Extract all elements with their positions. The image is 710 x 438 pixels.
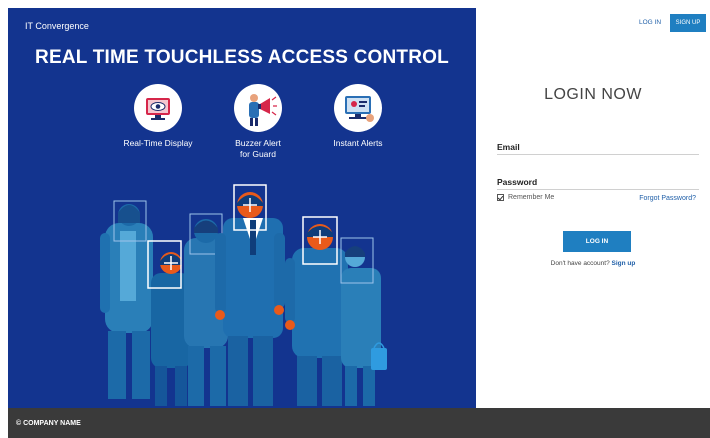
megaphone-guard-icon [234,84,282,132]
login-panel: LOG IN SIGN UP LOGIN NOW Email Password … [476,0,710,408]
hero-panel: IT Convergence REAL TIME TOUCHLESS ACCES… [8,8,476,408]
nav-login-link[interactable]: LOG IN [639,19,661,26]
person-figure [341,246,387,406]
login-button[interactable]: LOG IN [563,231,631,252]
nav-signup-button[interactable]: SIGN UP [670,14,706,32]
brand-name: IT Convergence [25,21,89,31]
company-name: © COMPANY NAME [16,419,81,427]
crowd-illustration [100,184,387,406]
monitor-eye-icon [134,84,182,132]
remember-label: Remember Me [508,194,555,201]
no-account-text: Don't have account? [550,260,610,267]
person-figure [100,204,153,399]
login-heading: LOGIN NOW [544,86,642,103]
feature-buzzer-alert: Buzzer Alert for Guard [203,84,313,160]
forgot-password-link[interactable]: Forgot Password? [639,195,696,202]
signup-prompt: Don't have account? Sign up [476,260,710,267]
remember-me-row[interactable]: Remember Me [497,194,554,201]
feature-label: Real-Time Display [123,138,193,148]
footer: © COMPANY NAME [8,408,710,438]
remember-checkbox[interactable] [497,194,504,201]
signup-link[interactable]: Sign up [612,260,636,267]
feature-label: Buzzer Alert for Guard [235,138,281,159]
feature-instant-alerts: Instant Alerts [303,84,413,149]
password-field[interactable] [497,178,699,190]
alert-display-icon [334,84,382,132]
hero-title: REAL TIME TOUCHLESS ACCESS CONTROL [35,47,449,68]
feature-label: Instant Alerts [333,138,383,148]
feature-real-time-display: Real-Time Display [103,84,213,149]
email-field[interactable] [497,143,699,155]
